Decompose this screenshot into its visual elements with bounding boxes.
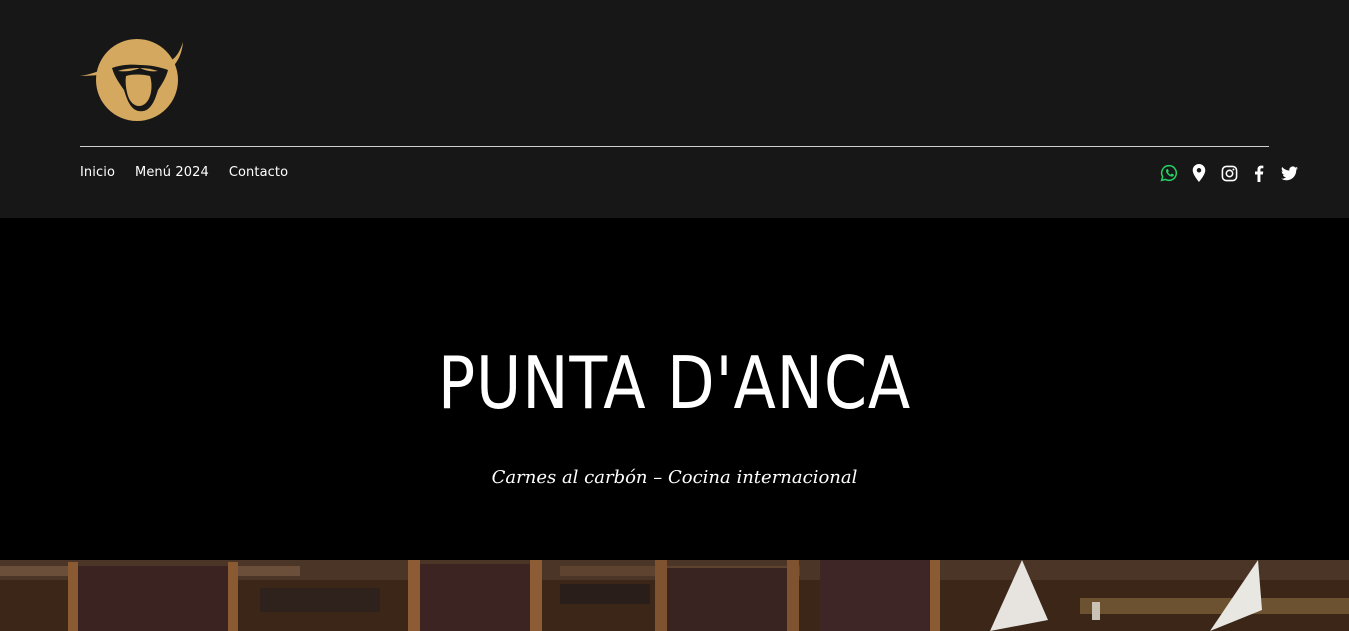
facebook-icon[interactable] [1249,163,1269,183]
whatsapp-icon[interactable] [1159,163,1179,183]
hero-subtitle: Carnes al carbón – Cocina internacional [491,467,858,488]
site-header: Inicio Menú 2024 Contacto [0,0,1349,218]
hero-section: PUNTA D'ANCA Carnes al carbón – Cocina i… [0,218,1349,560]
instagram-icon[interactable] [1219,163,1239,183]
nav-item-menu-2024[interactable]: Menú 2024 [135,163,209,183]
bull-head-logo[interactable] [80,38,184,122]
restaurant-interior-photo [0,560,1349,631]
social-bar [1159,163,1299,183]
nav-item-contacto[interactable]: Contacto [229,163,288,183]
twitter-icon[interactable] [1279,163,1299,183]
nav-item-inicio[interactable]: Inicio [80,163,115,183]
main-nav: Inicio Menú 2024 Contacto [80,163,288,183]
hero-title: PUNTA D'ANCA [437,341,912,425]
map-pin-icon[interactable] [1189,163,1209,183]
header-divider [80,146,1269,147]
